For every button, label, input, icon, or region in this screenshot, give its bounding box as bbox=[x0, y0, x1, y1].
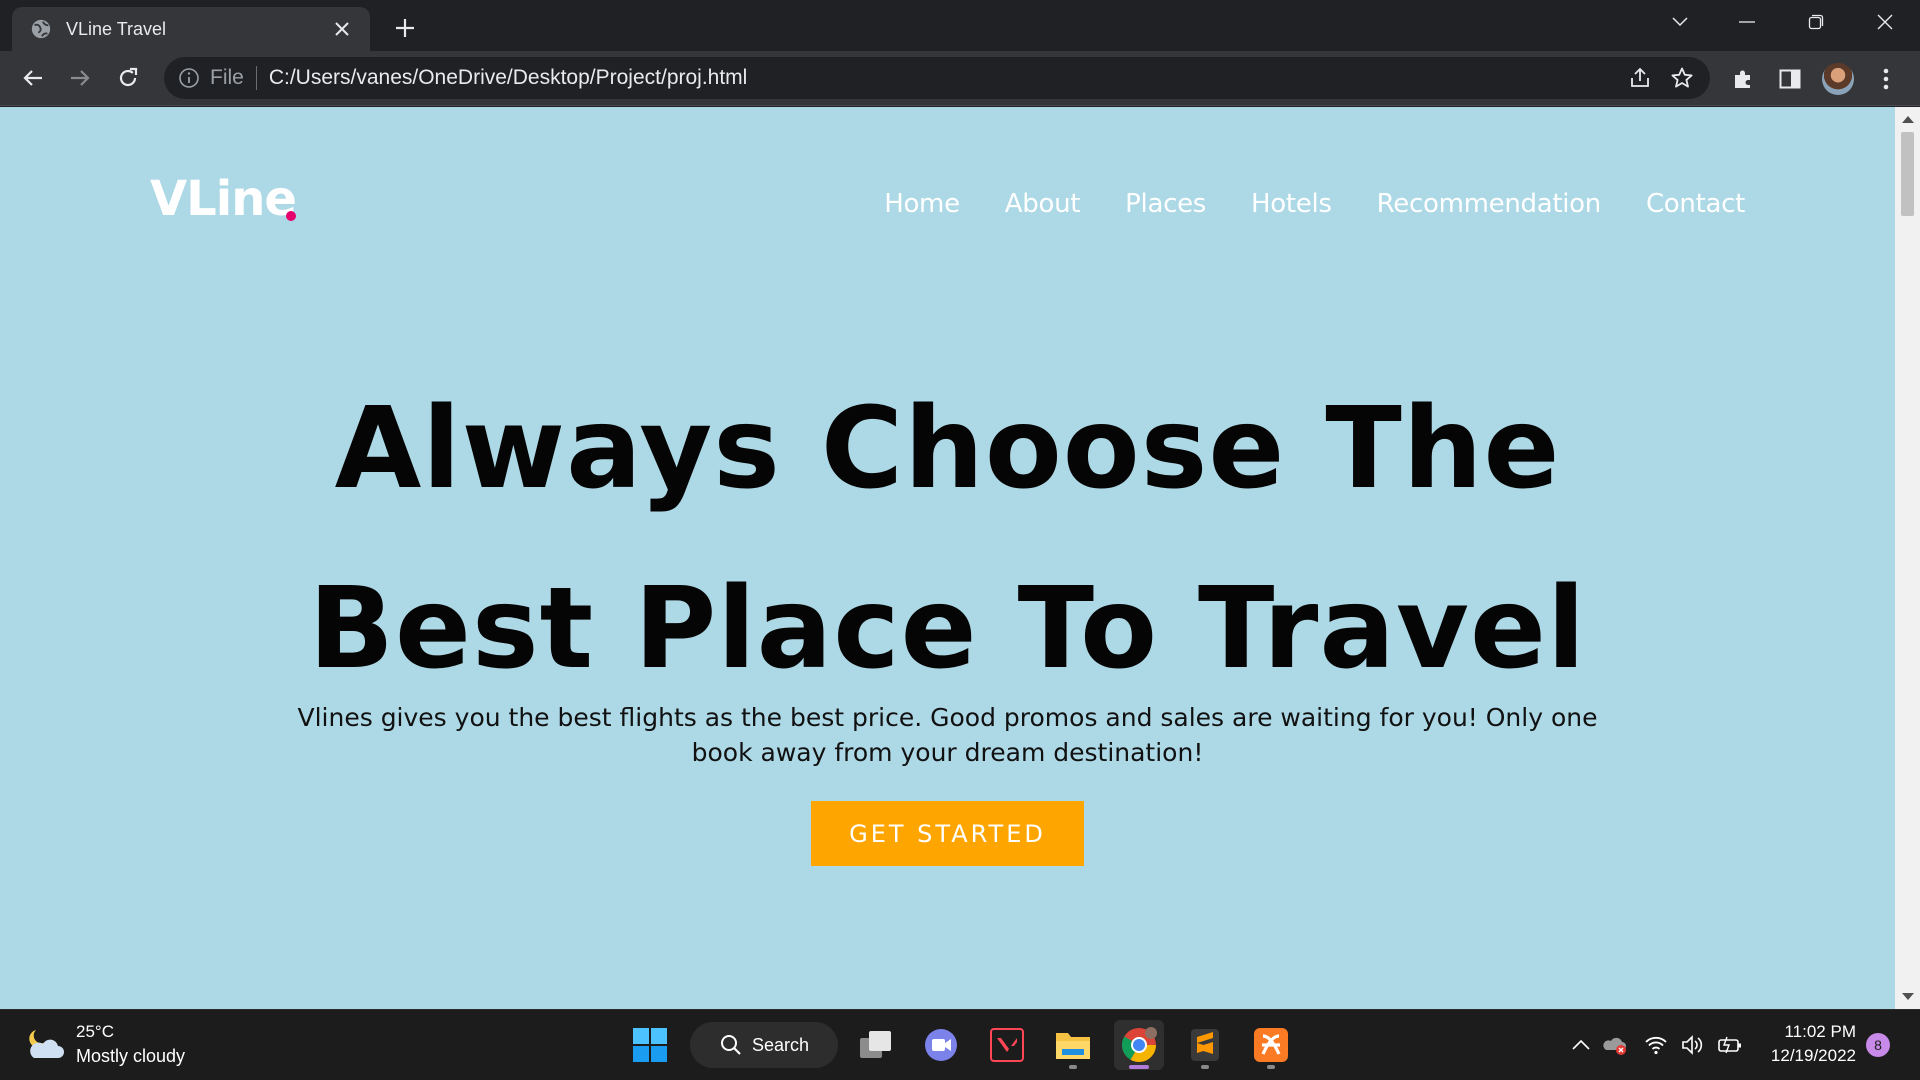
get-started-button[interactable]: GET STARTED bbox=[811, 801, 1084, 866]
scheme-label: File bbox=[210, 66, 244, 89]
nav-places[interactable]: Places bbox=[1125, 189, 1206, 219]
windows-taskbar: 25°C Mostly cloudy Search 11:02 PM 12/19… bbox=[0, 1009, 1920, 1080]
share-icon[interactable] bbox=[1626, 64, 1654, 92]
nav-home[interactable]: Home bbox=[884, 189, 960, 219]
restore-window-icon[interactable] bbox=[1796, 6, 1836, 38]
nav-about[interactable]: About bbox=[1005, 189, 1081, 219]
active-indicator bbox=[1129, 1065, 1149, 1069]
main-nav: Home About Places Hotels Recommendation … bbox=[884, 189, 1745, 219]
info-icon[interactable] bbox=[178, 67, 200, 89]
browser-tab-active[interactable]: VLine Travel bbox=[12, 7, 370, 51]
minimize-icon[interactable] bbox=[1727, 6, 1767, 38]
globe-icon bbox=[31, 19, 51, 39]
hero-title-line-2: Best Place To Travel bbox=[308, 564, 1587, 694]
nav-contact[interactable]: Contact bbox=[1646, 189, 1745, 219]
weather-description[interactable]: Mostly cloudy bbox=[76, 1046, 185, 1067]
search-icon bbox=[721, 1035, 741, 1055]
avatar bbox=[1822, 63, 1854, 95]
running-indicator bbox=[1267, 1065, 1275, 1069]
extensions-puzzle-icon[interactable] bbox=[1727, 63, 1759, 95]
wifi-icon[interactable] bbox=[1643, 1032, 1669, 1058]
scroll-up-arrow-icon[interactable] bbox=[1902, 116, 1914, 123]
tab-title: VLine Travel bbox=[66, 18, 167, 39]
onedrive-error-icon[interactable] bbox=[1602, 1032, 1628, 1058]
weather-temperature[interactable]: 25°C bbox=[76, 1022, 114, 1042]
xampp-icon[interactable] bbox=[1246, 1020, 1296, 1070]
sublime-text-icon[interactable] bbox=[1180, 1020, 1230, 1070]
partly-cloudy-night-icon[interactable] bbox=[26, 1026, 66, 1062]
page-scrollbar[interactable] bbox=[1895, 107, 1920, 1009]
browser-tab-strip: VLine Travel bbox=[0, 0, 1920, 51]
start-menu-icon[interactable] bbox=[625, 1020, 675, 1070]
clock-time[interactable]: 11:02 PM bbox=[1784, 1022, 1856, 1042]
battery-charging-icon[interactable] bbox=[1717, 1032, 1743, 1058]
new-tab-icon[interactable] bbox=[388, 11, 422, 45]
nav-hotels[interactable]: Hotels bbox=[1251, 189, 1332, 219]
logo-accent-dot bbox=[286, 211, 296, 221]
profile-avatar[interactable] bbox=[1822, 63, 1854, 95]
clock-date[interactable]: 12/19/2022 bbox=[1771, 1046, 1856, 1066]
forward-arrow-icon[interactable] bbox=[63, 61, 97, 95]
notification-count-badge[interactable]: 8 bbox=[1866, 1033, 1890, 1057]
site-logo[interactable]: VLine bbox=[150, 171, 297, 227]
valorant-icon[interactable] bbox=[982, 1020, 1032, 1070]
running-indicator bbox=[1069, 1065, 1077, 1069]
scrollbar-thumb[interactable] bbox=[1901, 132, 1914, 216]
taskbar-search[interactable]: Search bbox=[690, 1022, 838, 1068]
task-view-icon[interactable] bbox=[851, 1020, 901, 1070]
nav-recommendation[interactable]: Recommendation bbox=[1377, 189, 1602, 219]
volume-icon[interactable] bbox=[1680, 1032, 1706, 1058]
teams-chat-icon[interactable] bbox=[916, 1020, 966, 1070]
hero-title: Always Choose The Best Place To Travel bbox=[0, 359, 1895, 719]
browser-toolbar: File C:/Users/vanes/OneDrive/Desktop/Pro… bbox=[0, 51, 1920, 106]
reload-icon[interactable] bbox=[111, 61, 145, 95]
search-label: Search bbox=[752, 1034, 810, 1055]
file-explorer-icon[interactable] bbox=[1048, 1020, 1098, 1070]
more-menu-icon[interactable] bbox=[1870, 63, 1902, 95]
address-separator bbox=[255, 66, 257, 90]
chrome-icon[interactable] bbox=[1114, 1020, 1164, 1070]
chevron-up-icon[interactable] bbox=[1568, 1032, 1594, 1058]
url-text[interactable]: C:/Users/vanes/OneDrive/Desktop/Project/… bbox=[269, 66, 1626, 90]
close-window-icon[interactable] bbox=[1865, 6, 1905, 38]
scroll-down-arrow-icon[interactable] bbox=[1902, 993, 1914, 1000]
close-tab-icon[interactable] bbox=[328, 15, 356, 43]
tab-search-chevron-icon[interactable] bbox=[1660, 6, 1700, 38]
hero-subtitle: Vlines gives you the best flights as the… bbox=[297, 703, 1598, 767]
side-panel-icon[interactable] bbox=[1774, 63, 1806, 95]
address-bar[interactable]: File C:/Users/vanes/OneDrive/Desktop/Pro… bbox=[164, 57, 1710, 99]
bookmark-star-icon[interactable] bbox=[1668, 64, 1696, 92]
page-viewport: VLine Home About Places Hotels Recommend… bbox=[0, 107, 1895, 1009]
running-indicator bbox=[1201, 1065, 1209, 1069]
hero-title-line-1: Always Choose The bbox=[334, 384, 1561, 514]
back-arrow-icon[interactable] bbox=[16, 61, 50, 95]
